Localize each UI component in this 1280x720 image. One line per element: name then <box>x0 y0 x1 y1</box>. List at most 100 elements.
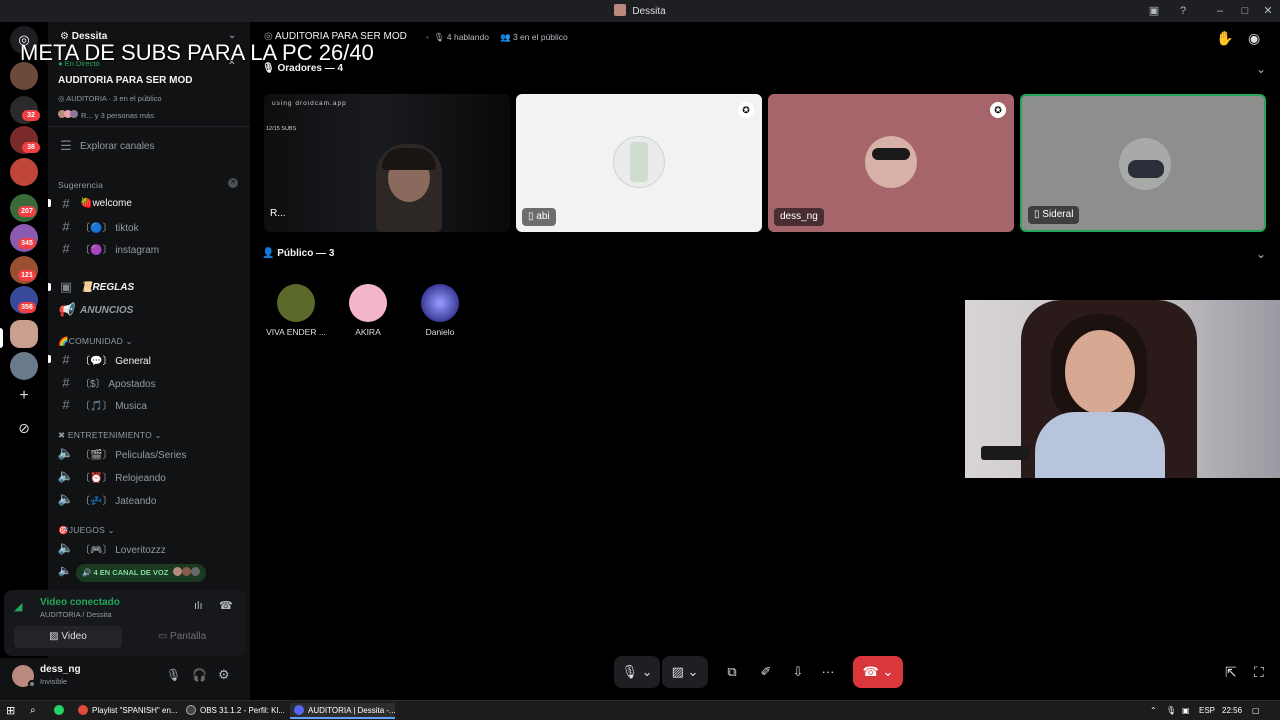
webcam-microphone <box>981 446 1029 460</box>
channel-anuncios[interactable]: 📢 ANUNCIOS <box>56 300 242 320</box>
megaphone-icon: 📢 <box>57 302 75 317</box>
maximize-button[interactable]: □ <box>1237 3 1253 19</box>
screen-share-icon: ⧉ <box>727 664 737 679</box>
channel-apostados[interactable]: # 〔$〕 Apostados <box>56 372 242 392</box>
screen-share-button[interactable]: ▭ Pantalla <box>128 626 236 648</box>
audience-header: 👤 Público — 3 <box>262 248 335 259</box>
windows-taskbar: ⊞ ⌕ Playlist "SPANISH" en... OBS 31.1.2 … <box>0 700 1280 720</box>
microphone-icon[interactable]: 🎙 <box>166 668 181 682</box>
category-comunidad[interactable]: 🌈COMUNIDAD ⌄ <box>58 336 133 347</box>
help-icon[interactable]: ? <box>1175 3 1191 19</box>
camera-button[interactable]: ▨ ⌄ <box>662 656 708 688</box>
channel-welcome[interactable]: # 🍓welcome <box>56 193 242 213</box>
share-screen-button[interactable]: ⧉ <box>716 656 748 688</box>
server-icon-dessita[interactable] <box>10 320 38 348</box>
search-icon[interactable]: ⌕ <box>30 703 36 719</box>
voice-activity-pill[interactable]: 🔊 4 EN CANAL DE VOZ <box>76 564 207 582</box>
mic-icon: 🎙 ⌄ <box>621 664 653 679</box>
avatar <box>70 110 78 118</box>
channel-general[interactable]: # 〔💬〕 General <box>56 349 242 369</box>
fullscreen-icon[interactable]: ⛶ <box>1254 664 1264 681</box>
category-juegos[interactable]: 🎯JUEGOS ⌄ <box>58 525 115 536</box>
mention-badge: 32 <box>22 110 40 121</box>
speaking-count: • 🎙 4 hablando <box>426 32 489 42</box>
voice-channel-relojeando[interactable]: 🔈 〔⏰〕 Relojeando <box>56 466 242 486</box>
stage-title[interactable]: AUDITORIA PARA SER MOD <box>58 75 192 86</box>
channel-tiktok[interactable]: # 〔🔵〕 tiktok <box>56 216 242 236</box>
audience-member[interactable]: VIVA ENDER ... <box>260 284 332 337</box>
leave-stage-button[interactable]: ☎ ⌄ <box>853 656 903 688</box>
subs-counter: 12/15 SUBS <box>266 126 297 132</box>
settings-gear-icon[interactable]: ⚙ <box>218 667 230 683</box>
activities-button[interactable]: ✐ <box>750 656 782 688</box>
divider <box>48 126 250 127</box>
notifications-icon[interactable]: ▢ <box>1252 703 1260 719</box>
server-icon[interactable] <box>10 62 38 90</box>
speaker-tile-speaking[interactable]: ▯ Sideral <box>1020 94 1266 232</box>
voice-status[interactable]: Video conectado <box>40 597 120 608</box>
more-options-button[interactable]: ··· <box>814 656 842 688</box>
tray-clock[interactable]: 22:56 <box>1222 703 1242 719</box>
channel-instagram[interactable]: # 〔🟣〕 instagram <box>56 238 242 258</box>
signal-icon: ◢ <box>14 601 23 613</box>
hash-icon: # <box>62 218 70 234</box>
video-button[interactable]: ▨ Video <box>14 626 122 648</box>
channel-musica[interactable]: # 〔🎵〕 Musica <box>56 394 242 414</box>
avatar <box>865 136 917 188</box>
raise-hand-icon[interactable]: ✋ <box>1216 30 1233 47</box>
close-window-button[interactable]: ✕ <box>1260 3 1276 19</box>
chevron-down-icon[interactable]: ⌄ <box>1256 247 1266 261</box>
rules-icon: ▣ <box>59 279 73 294</box>
voice-channel-jateando[interactable]: 🔈 〔💤〕 Jateando <box>56 489 242 509</box>
speaker-icon: 🔈 <box>57 445 75 460</box>
headphones-icon[interactable]: 🎧 <box>192 668 207 682</box>
server-icon[interactable] <box>10 158 38 186</box>
tray-chevron-icon[interactable]: ⌃ <box>1150 703 1157 719</box>
speaker-tile[interactable]: ✪ ▯ abi <box>516 94 762 232</box>
speaker-name-badge: dess_ng <box>774 208 824 226</box>
window-titlebar: Dessita ▣ ? – □ ✕ <box>0 0 1280 22</box>
avatar <box>349 284 387 322</box>
audience-member[interactable]: Danielo <box>404 284 476 337</box>
add-server-icon[interactable]: + <box>10 382 38 410</box>
move-to-audience-button[interactable]: ⇩ <box>782 656 814 688</box>
whatsapp-icon[interactable] <box>54 703 68 719</box>
mention-badge: 38 <box>22 142 40 153</box>
channel-reglas[interactable]: ▣ 📜REGLAS <box>56 277 242 297</box>
tray-network-icon[interactable]: ▣ <box>1182 703 1190 719</box>
hash-icon: # <box>62 396 70 412</box>
taskbar-item-obs[interactable]: OBS 31.1.2 - Perfil: Kl... <box>186 703 285 719</box>
audience-member[interactable]: AKIRA <box>332 284 404 337</box>
noise-suppression-icon[interactable]: ılı <box>194 600 203 612</box>
list-icon: ☰ <box>60 138 72 153</box>
dismiss-icon[interactable]: ✕ <box>228 178 238 188</box>
speaker-tile[interactable]: using droidcam.app 12/15 SUBS R... <box>264 94 510 232</box>
voice-channel-loveritozzz[interactable]: 🔈 〔🎮〕 Loveritozzz <box>56 538 242 558</box>
taskbar-item-discord[interactable]: AUDITORIA | Dessita -... <box>290 703 396 719</box>
username[interactable]: dess_ng <box>40 664 81 675</box>
avatar-figure <box>630 142 648 182</box>
tray-language[interactable]: ESP <box>1199 703 1215 719</box>
explore-channels[interactable]: ☰ Explorar canales <box>56 136 242 156</box>
mention-badge: 207 <box>18 206 36 217</box>
server-icon[interactable] <box>10 352 38 380</box>
chevron-down-icon[interactable]: ⌄ <box>1256 62 1266 76</box>
voice-channel-peliculas[interactable]: 🔈 〔🎬〕 Peliculas/Series <box>56 443 242 463</box>
mute-button[interactable]: 🎙 ⌄ <box>614 656 660 688</box>
category-entretenimiento[interactable]: ✖ ENTRETENIMIENTO ⌄ <box>58 430 162 441</box>
windows-start-icon[interactable]: ⊞ <box>6 703 15 719</box>
popout-icon[interactable]: ⇱ <box>1225 664 1237 681</box>
avatar-car <box>1128 160 1164 178</box>
speaker-icon: 🔈 <box>57 468 75 483</box>
discover-icon[interactable]: ⊘ <box>10 414 38 442</box>
taskbar-item-browser[interactable]: Playlist "SPANISH" en... <box>78 703 178 719</box>
activity-icon[interactable]: ◉ <box>1248 30 1260 47</box>
camera-hair <box>382 148 436 170</box>
disconnect-icon[interactable]: ☎ <box>219 599 233 612</box>
inbox-icon[interactable]: ▣ <box>1146 3 1162 19</box>
avatar <box>182 567 192 576</box>
tray-mic-icon[interactable]: 🎙 <box>1166 703 1176 719</box>
voice-location[interactable]: AUDITORIA / Dessita <box>40 610 112 619</box>
minimize-button[interactable]: – <box>1212 3 1228 19</box>
speaker-tile[interactable]: ✪ dess_ng <box>768 94 1014 232</box>
